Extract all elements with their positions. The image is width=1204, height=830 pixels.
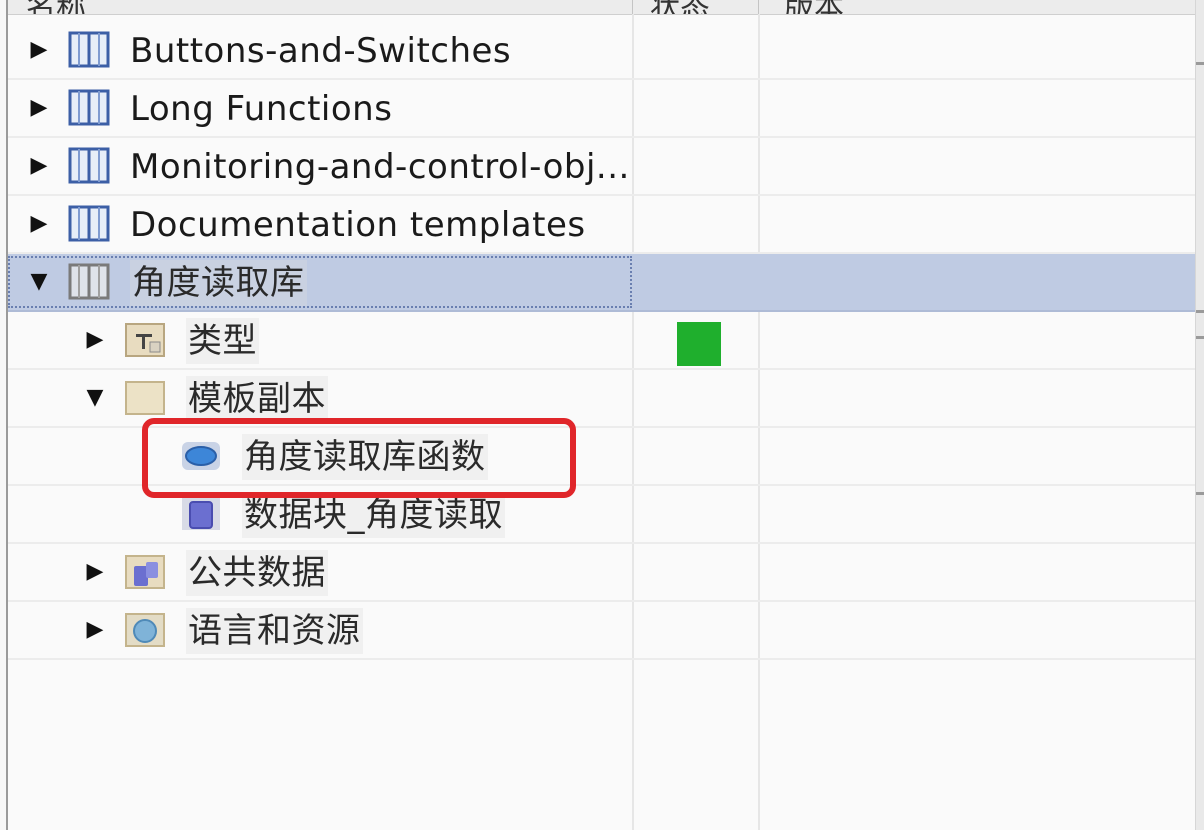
expand-arrow-icon[interactable]: ▶ — [84, 325, 106, 355]
library-book-icon — [68, 146, 110, 186]
tree-row-long-functions[interactable]: ▶ Long Functions — [8, 80, 1198, 138]
tree-row-languages-resources[interactable]: ▶ 语言和资源 — [8, 602, 1198, 660]
tree-rows: ▶ Buttons-and-Switches ▶ Long Functions … — [8, 22, 1198, 660]
library-book-icon — [68, 88, 110, 128]
collapse-arrow-icon[interactable]: ▼ — [28, 267, 50, 297]
scrollbar-tick — [1196, 310, 1204, 313]
library-book-icon — [68, 30, 110, 70]
expand-arrow-icon[interactable]: ▶ — [84, 615, 106, 645]
tree-row-template-copies[interactable]: ▼ 模板副本 — [8, 370, 1198, 428]
tree-item-label: Buttons-and-Switches — [130, 31, 512, 71]
column-header-name[interactable]: 名称 — [26, 0, 86, 14]
column-separator[interactable] — [758, 0, 759, 14]
scrollbar-tick — [1196, 336, 1204, 339]
expand-arrow-icon[interactable]: ▶ — [28, 93, 50, 123]
tree-row-buttons-and-switches[interactable]: ▶ Buttons-and-Switches — [8, 22, 1198, 80]
vertical-scrollbar[interactable] — [1195, 0, 1204, 830]
expand-arrow-icon[interactable]: ▶ — [28, 151, 50, 181]
tree-item-label: 角度读取库函数 — [242, 434, 488, 480]
status-ok-indicator — [677, 322, 721, 366]
tree-item-label: 角度读取库 — [130, 260, 307, 306]
tree-item-label: Monitoring-and-control-obj... — [130, 147, 630, 187]
tree-row-data-block[interactable]: 数据块_角度读取 — [8, 486, 1198, 544]
tree-item-label: 类型 — [186, 318, 259, 364]
library-book-icon — [68, 204, 110, 244]
types-folder-icon — [124, 320, 166, 360]
scrollbar-tick — [1196, 62, 1204, 65]
function-block-icon — [180, 436, 222, 476]
tree-item-label: 数据块_角度读取 — [242, 492, 505, 538]
tree-item-label: 语言和资源 — [186, 608, 363, 654]
folder-icon — [124, 378, 166, 418]
tree-row-monitoring-and-control[interactable]: ▶ Monitoring-and-control-obj... — [8, 138, 1198, 196]
data-block-icon — [180, 494, 222, 534]
expand-arrow-icon[interactable]: ▶ — [28, 209, 50, 239]
common-data-folder-icon — [124, 552, 166, 592]
expand-arrow-icon[interactable]: ▶ — [84, 557, 106, 587]
library-book-icon — [68, 262, 110, 302]
tree-row-angle-read-library[interactable]: ▼ 角度读取库 — [8, 254, 1198, 312]
tree-row-documentation-templates[interactable]: ▶ Documentation templates — [8, 196, 1198, 254]
library-tree-pane: 名称 状态 版本 ▶ Buttons-and-Switches ▶ Long F… — [6, 0, 1198, 830]
languages-folder-icon — [124, 610, 166, 650]
tree-item-label: Long Functions — [130, 89, 393, 129]
column-header: 名称 状态 版本 — [8, 0, 1198, 15]
tree-item-label: Documentation templates — [130, 205, 586, 245]
column-header-version[interactable]: 版本 — [784, 0, 844, 14]
collapse-arrow-icon[interactable]: ▼ — [84, 383, 106, 413]
tree-row-angle-read-function[interactable]: 角度读取库函数 — [8, 428, 1198, 486]
expand-arrow-icon[interactable]: ▶ — [28, 35, 50, 65]
column-separator[interactable] — [632, 0, 633, 14]
tree-item-label: 模板副本 — [186, 376, 328, 422]
tree-row-types[interactable]: ▶ 类型 — [8, 312, 1198, 370]
scrollbar-tick — [1196, 492, 1204, 495]
tree-item-label: 公共数据 — [186, 550, 328, 596]
tree-row-common-data[interactable]: ▶ 公共数据 — [8, 544, 1198, 602]
column-header-status[interactable]: 状态 — [650, 0, 710, 14]
